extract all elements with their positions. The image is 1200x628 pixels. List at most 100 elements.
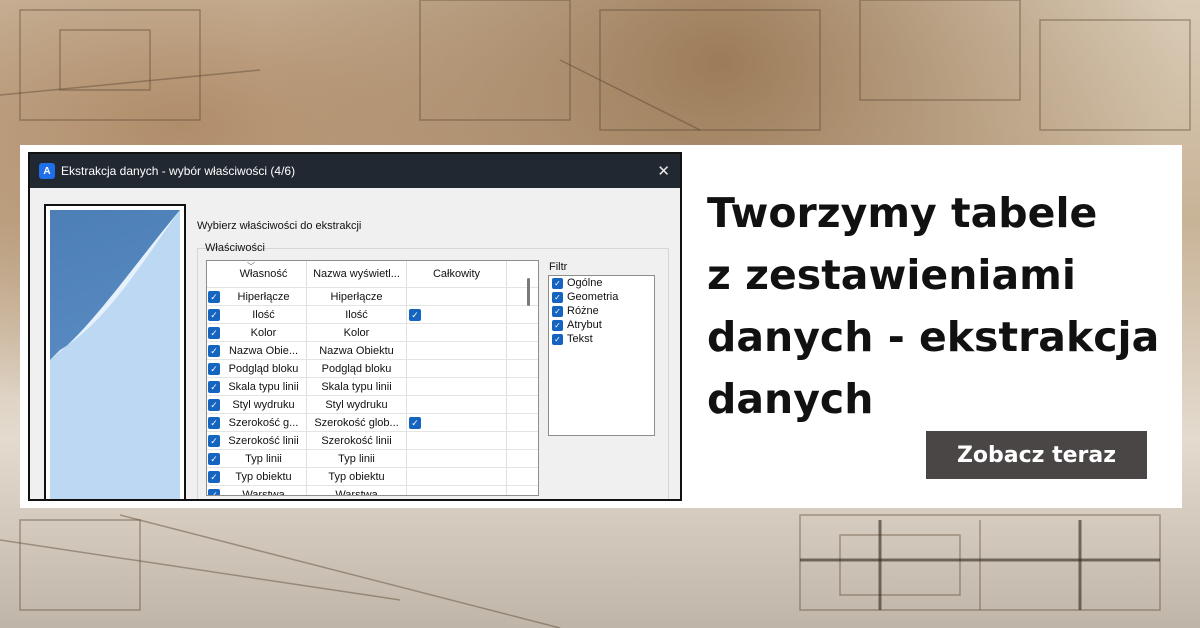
property-cell: Hiperłącze: [221, 288, 307, 305]
display-name-cell[interactable]: Kolor: [307, 324, 407, 341]
display-name-cell[interactable]: Nazwa Obiektu: [307, 342, 407, 359]
total-checkbox[interactable]: ✓: [409, 416, 421, 429]
preview-pane: [44, 204, 186, 499]
filter-item-label: Atrybut: [567, 319, 602, 331]
display-name-cell[interactable]: Hiperłącze: [307, 288, 407, 305]
display-name-cell[interactable]: Szerokość glob...: [307, 414, 407, 431]
properties-table[interactable]: ﹀ Własność Nazwa wyświetl... Całkowity ✓…: [206, 260, 539, 496]
filter-checkbox[interactable]: ✓: [552, 277, 563, 289]
table-row[interactable]: ✓ Skala typu linii Skala typu linii: [207, 377, 538, 395]
properties-group-label: Właściwości: [205, 242, 265, 254]
property-cell: Podgląd bloku: [221, 360, 307, 377]
property-cell: Kolor: [221, 324, 307, 341]
filter-item[interactable]: ✓ Ogólne: [549, 276, 654, 290]
table-row[interactable]: ✓ Typ obiektu Typ obiektu: [207, 467, 538, 485]
row-checkbox[interactable]: ✓: [208, 290, 220, 303]
table-body: ✓ Hiperłącze Hiperłącze ✓ Ilość Ilość ✓ ✓ Kolor K…: [207, 287, 538, 495]
property-cell: Szerokość linii: [221, 432, 307, 449]
total-cell[interactable]: [407, 396, 507, 413]
display-name-cell[interactable]: Ilość: [307, 306, 407, 323]
filter-label: Filtr: [549, 261, 568, 273]
filter-checkbox[interactable]: ✓: [552, 305, 563, 317]
table-scrollbar[interactable]: [527, 278, 530, 306]
property-cell: Szerokość g...: [221, 414, 307, 431]
total-cell[interactable]: [407, 468, 507, 485]
row-checkbox[interactable]: ✓: [208, 344, 220, 357]
row-checkbox[interactable]: ✓: [208, 362, 220, 375]
filter-item-label: Tekst: [567, 333, 593, 345]
total-cell[interactable]: ✓: [407, 414, 507, 431]
row-checkbox[interactable]: ✓: [208, 308, 220, 321]
property-cell: Warstwa: [221, 486, 307, 495]
column-header-property[interactable]: Własność: [221, 261, 307, 287]
property-cell: Styl wydruku: [221, 396, 307, 413]
filter-item[interactable]: ✓ Atrybut: [549, 318, 654, 332]
headline-line-3: danych - ekstrakcja: [707, 313, 1160, 361]
row-checkbox[interactable]: ✓: [208, 380, 220, 393]
column-header-total[interactable]: Całkowity: [407, 261, 507, 287]
filter-item[interactable]: ✓ Różne: [549, 304, 654, 318]
property-cell: Typ obiektu: [221, 468, 307, 485]
total-cell[interactable]: [407, 360, 507, 377]
filter-checkbox[interactable]: ✓: [552, 319, 563, 331]
data-extraction-dialog: A Ekstrakcja danych - wybór właściwości …: [28, 152, 682, 501]
app-icon: A: [39, 163, 55, 179]
see-now-button[interactable]: Zobacz teraz: [926, 431, 1147, 479]
table-row[interactable]: ✓ Szerokość linii Szerokość linii: [207, 431, 538, 449]
headline-line-2: z zestawieniami: [707, 251, 1076, 299]
headline-line-4: danych: [707, 375, 874, 423]
total-cell[interactable]: [407, 342, 507, 359]
table-row[interactable]: ✓ Typ linii Typ linii: [207, 449, 538, 467]
headline: Tworzymy tabele z zestawieniami danych -…: [707, 182, 1167, 430]
total-cell[interactable]: [407, 378, 507, 395]
filter-item-label: Ogólne: [567, 277, 603, 289]
filter-list[interactable]: ✓ Ogólne ✓ Geometria ✓ Różne ✓ Atrybut ✓ Tekst: [548, 275, 655, 436]
row-checkbox[interactable]: ✓: [208, 416, 220, 429]
table-row[interactable]: ✓ Kolor Kolor: [207, 323, 538, 341]
total-cell[interactable]: [407, 450, 507, 467]
display-name-cell[interactable]: Podgląd bloku: [307, 360, 407, 377]
table-header: ﹀ Własność Nazwa wyświetl... Całkowity: [207, 261, 538, 287]
filter-checkbox[interactable]: ✓: [552, 333, 563, 345]
filter-item[interactable]: ✓ Geometria: [549, 290, 654, 304]
total-cell[interactable]: ✓: [407, 306, 507, 323]
filter-item[interactable]: ✓ Tekst: [549, 332, 654, 346]
row-checkbox[interactable]: ✓: [208, 398, 220, 411]
display-name-cell[interactable]: Typ obiektu: [307, 468, 407, 485]
table-row[interactable]: ✓ Warstwa Warstwa: [207, 485, 538, 495]
table-row[interactable]: ✓ Hiperłącze Hiperłącze: [207, 287, 538, 305]
property-cell: Skala typu linii: [221, 378, 307, 395]
property-cell: Typ linii: [221, 450, 307, 467]
total-cell[interactable]: [407, 288, 507, 305]
row-checkbox[interactable]: ✓: [208, 488, 220, 495]
instruction-text: Wybierz właściwości do ekstrakcji: [197, 220, 362, 232]
display-name-cell[interactable]: Skala typu linii: [307, 378, 407, 395]
display-name-cell[interactable]: Szerokość linii: [307, 432, 407, 449]
column-header-display-name[interactable]: Nazwa wyświetl...: [307, 261, 407, 287]
dialog-titlebar[interactable]: A Ekstrakcja danych - wybór właściwości …: [30, 154, 680, 188]
display-name-cell[interactable]: Warstwa: [307, 486, 407, 495]
total-cell[interactable]: [407, 324, 507, 341]
table-row[interactable]: ✓ Nazwa Obie... Nazwa Obiektu: [207, 341, 538, 359]
total-cell[interactable]: [407, 486, 507, 495]
total-checkbox[interactable]: ✓: [409, 308, 421, 321]
row-checkbox[interactable]: ✓: [208, 434, 220, 447]
filter-item-label: Różne: [567, 305, 599, 317]
row-checkbox[interactable]: ✓: [208, 452, 220, 465]
dialog-title: Ekstrakcja danych - wybór właściwości (4…: [61, 164, 296, 178]
display-name-cell[interactable]: Styl wydruku: [307, 396, 407, 413]
total-cell[interactable]: [407, 432, 507, 449]
filter-checkbox[interactable]: ✓: [552, 291, 563, 303]
filter-item-label: Geometria: [567, 291, 619, 303]
property-cell: Ilość: [221, 306, 307, 323]
table-row[interactable]: ✓ Szerokość g... Szerokość glob... ✓: [207, 413, 538, 431]
row-checkbox[interactable]: ✓: [208, 470, 220, 483]
display-name-cell[interactable]: Typ linii: [307, 450, 407, 467]
headline-line-1: Tworzymy tabele: [707, 189, 1098, 237]
table-row[interactable]: ✓ Styl wydruku Styl wydruku: [207, 395, 538, 413]
row-checkbox[interactable]: ✓: [208, 326, 220, 339]
table-row[interactable]: ✓ Podgląd bloku Podgląd bloku: [207, 359, 538, 377]
sort-indicator-icon: ﹀: [247, 262, 255, 271]
table-row[interactable]: ✓ Ilość Ilość ✓: [207, 305, 538, 323]
close-icon[interactable]: ✕: [657, 162, 670, 180]
